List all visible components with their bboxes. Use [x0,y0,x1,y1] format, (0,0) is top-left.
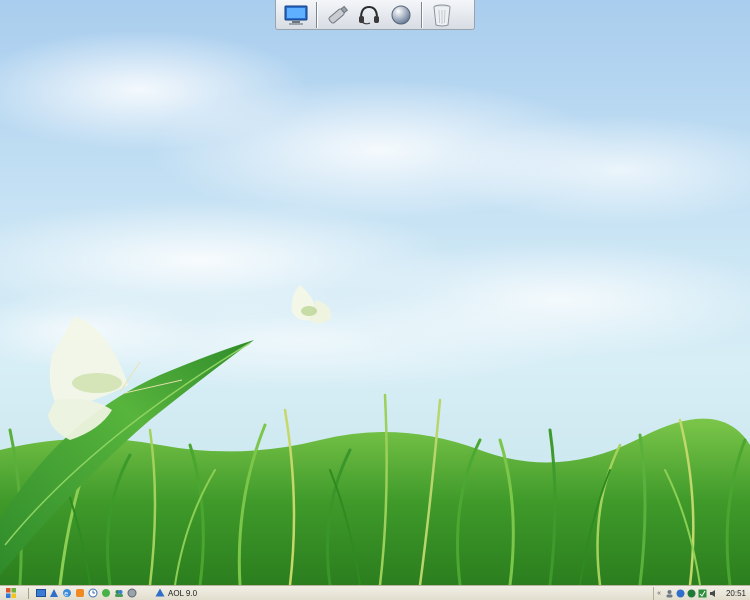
svg-text:e: e [64,591,68,598]
browser-icon[interactable] [126,588,137,599]
dock-group-display [276,0,316,29]
globe-icon[interactable] [387,2,415,28]
contacts-icon[interactable] [113,588,124,599]
dock-group-devices [317,0,421,29]
tray-expand-icon[interactable]: « [657,590,661,597]
status-icon[interactable] [687,589,696,598]
start-menu-icon[interactable] [4,587,18,599]
show-desktop-icon[interactable] [35,588,46,599]
messenger-icon[interactable] [100,588,111,599]
media-icon[interactable] [74,588,85,599]
trash-icon[interactable] [428,2,456,28]
taskbar-item-aol[interactable]: AOL 9.0 [151,587,201,599]
desktop[interactable] [0,0,750,585]
quick-launch: e [35,588,137,599]
taskbar-item-label: AOL 9.0 [168,588,198,598]
wallpaper [0,30,750,585]
antivirus-icon[interactable] [698,589,707,598]
clock[interactable]: 20:51 [726,589,746,598]
ie-icon[interactable]: e [61,588,72,599]
clock-utility-icon[interactable] [87,588,98,599]
aol-icon[interactable] [48,588,59,599]
volume-icon[interactable] [709,589,718,598]
network-icon[interactable] [676,589,685,598]
headset-icon[interactable] [355,2,383,28]
top-dock [275,0,475,30]
user-icon[interactable] [665,589,674,598]
taskbar-separator [28,587,29,599]
system-tray: « 20:51 [653,586,750,600]
aol-icon [155,588,165,599]
taskbar: e AOL 9.0 « 20:51 [0,585,750,600]
dock-group-trash [422,0,462,29]
monitor-icon[interactable] [282,2,310,28]
usb-drive-icon[interactable] [323,2,351,28]
